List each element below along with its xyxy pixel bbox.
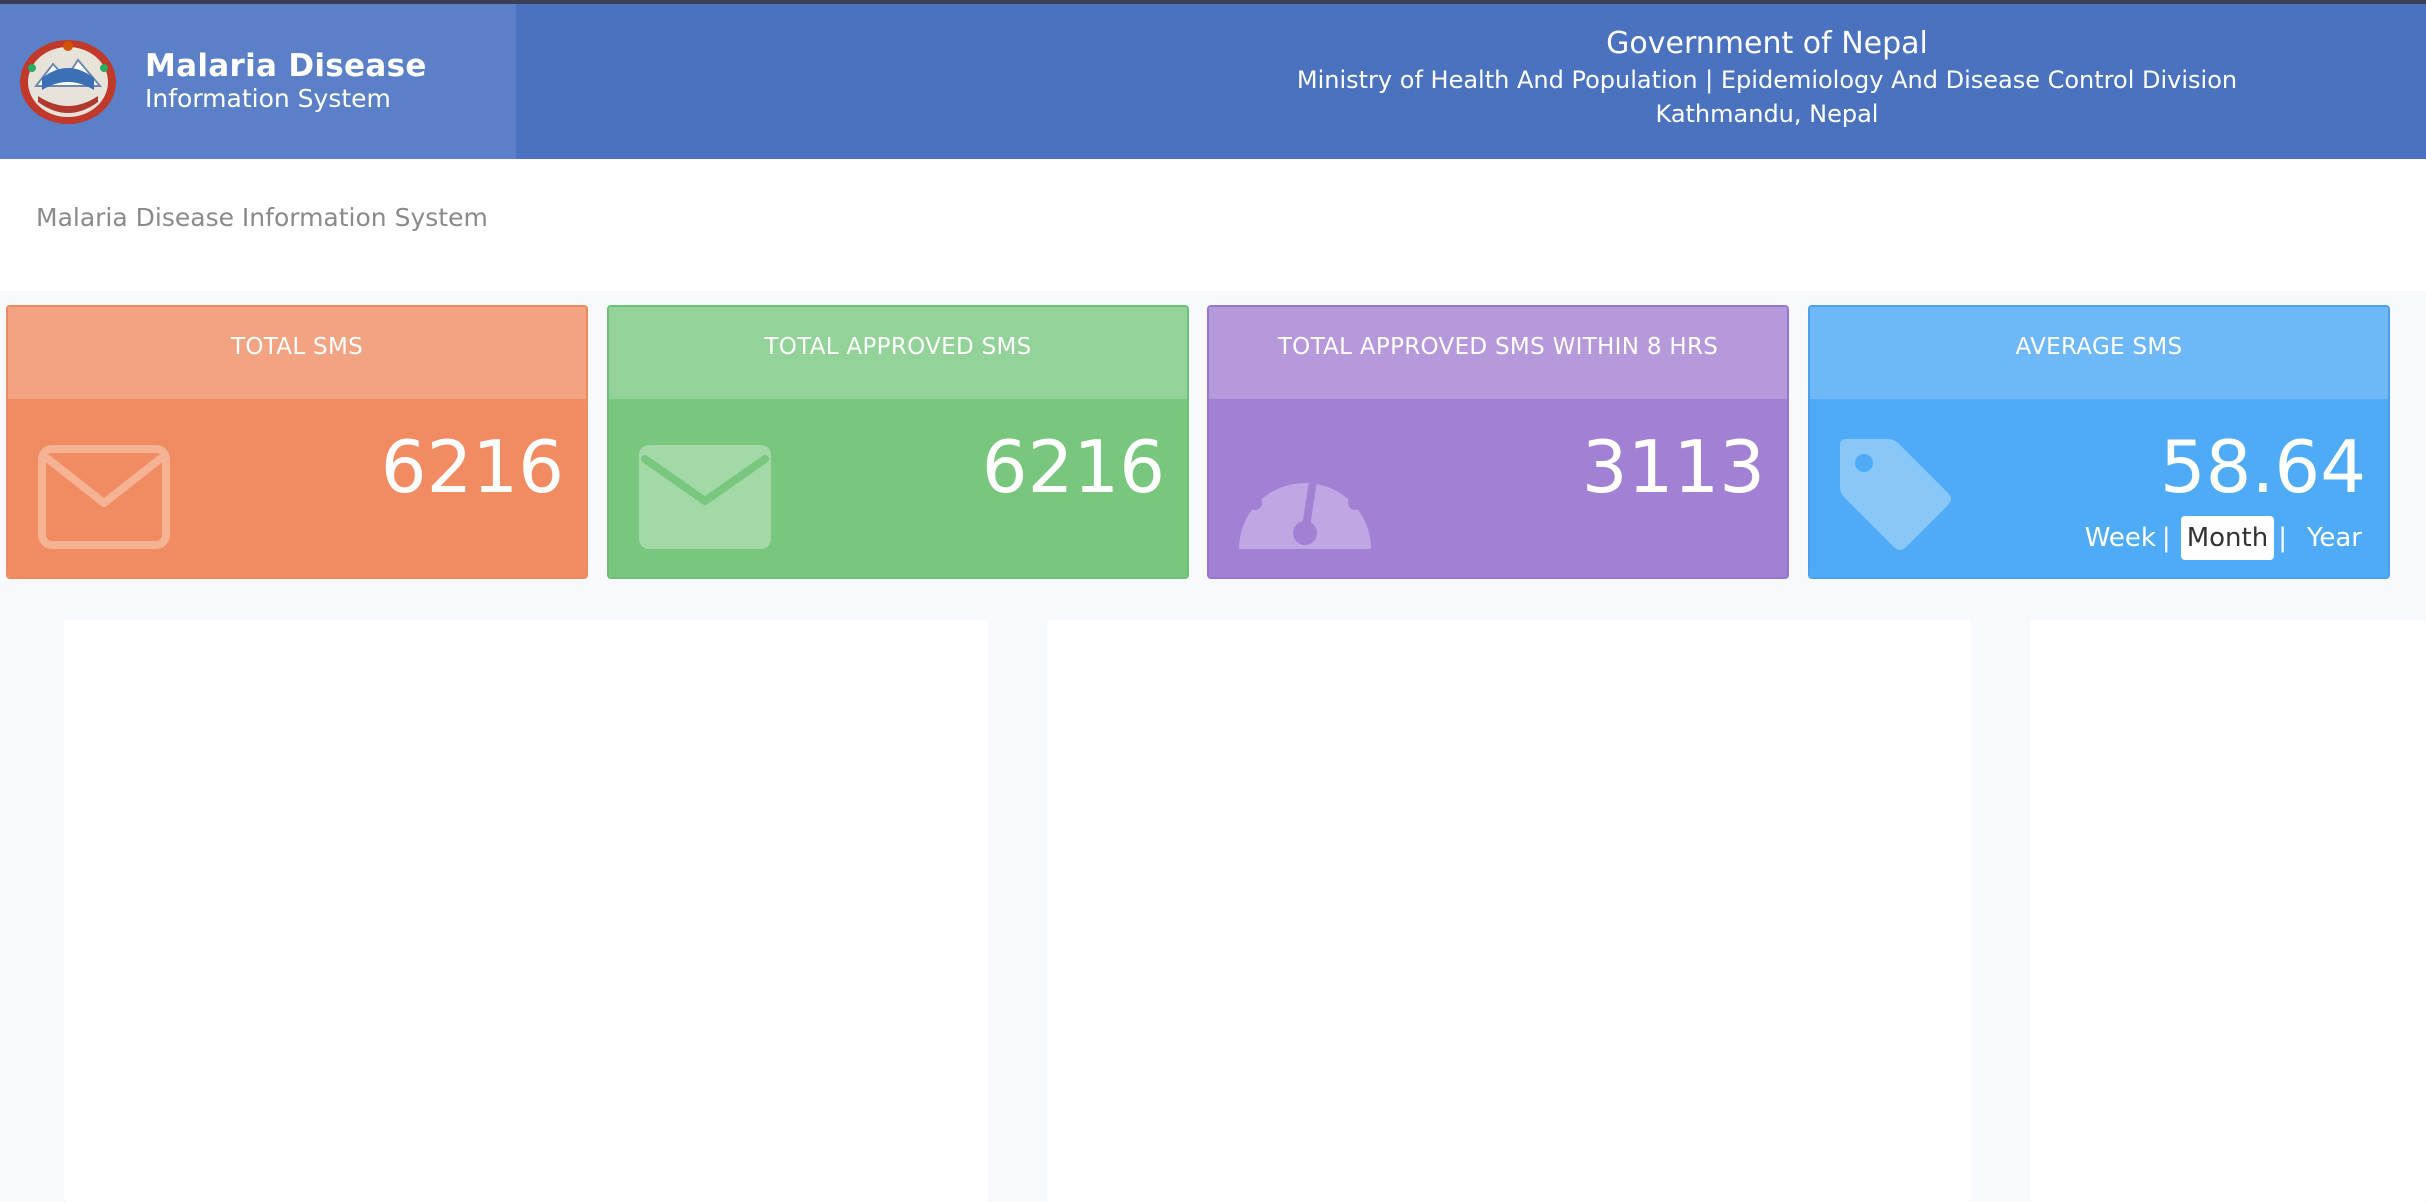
- period-separator: |: [2278, 523, 2287, 553]
- city-line: Kathmandu, Nepal: [1655, 100, 1879, 128]
- dashboard-gauge-icon: [1239, 452, 1371, 549]
- site-header: Malaria Disease Information System Gover…: [0, 4, 2426, 159]
- brand-area[interactable]: Malaria Disease Information System: [0, 4, 516, 159]
- card-title: TOTAL APPROVED SMS: [609, 307, 1187, 399]
- brand-title: Malaria Disease: [145, 48, 427, 84]
- card-body: 6216: [609, 399, 1187, 577]
- period-separator: |: [2161, 523, 2171, 553]
- envelope-icon: [639, 445, 771, 549]
- card-title: TOTAL SMS: [8, 307, 586, 399]
- nepal-emblem-icon: [20, 40, 116, 124]
- card-title: AVERAGE SMS: [1810, 307, 2388, 399]
- envelope-outline-icon: [38, 445, 170, 549]
- period-week-button[interactable]: Week: [2085, 516, 2156, 560]
- total-approved-sms-value: 6216: [981, 425, 1165, 509]
- total-approved-sms-card: TOTAL APPROVED SMS 6216: [607, 305, 1189, 579]
- card-title: TOTAL APPROVED SMS WITHIN 8 HRS: [1209, 307, 1787, 399]
- period-year-button[interactable]: Year: [2307, 516, 2362, 560]
- government-title: Government of Nepal: [1606, 26, 1928, 61]
- breadcrumb-bar: Malaria Disease Information System: [0, 159, 2426, 291]
- chart-panel-left: [64, 620, 988, 1202]
- chart-panel-right: [2030, 620, 2426, 1202]
- period-month-button[interactable]: Month: [2180, 516, 2275, 560]
- total-sms-value: 6216: [380, 425, 564, 509]
- approved-within-8-hrs-card: TOTAL APPROVED SMS WITHIN 8 HRS 3113: [1207, 305, 1789, 579]
- tag-icon: [1840, 439, 1951, 550]
- chart-panel-center: [1047, 620, 1971, 1202]
- total-sms-card: TOTAL SMS 6216: [6, 305, 588, 579]
- government-info: Government of Nepal Ministry of Health A…: [1160, 4, 2374, 159]
- card-body: 3113: [1209, 399, 1787, 577]
- ministry-line: Ministry of Health And Population | Epid…: [1296, 66, 2238, 94]
- average-sms-card: AVERAGE SMS 58.64 Week | Month | Year: [1808, 305, 2390, 579]
- breadcrumb: Malaria Disease Information System: [36, 203, 488, 232]
- average-sms-value: 58.64: [2159, 425, 2366, 509]
- approved-within-8-hrs-value: 3113: [1581, 425, 1765, 509]
- brand-subtitle: Information System: [145, 84, 391, 113]
- card-body: 58.64 Week | Month | Year: [1810, 399, 2388, 577]
- card-body: 6216: [8, 399, 586, 577]
- period-selector: Week | Month | Year: [2085, 516, 2362, 560]
